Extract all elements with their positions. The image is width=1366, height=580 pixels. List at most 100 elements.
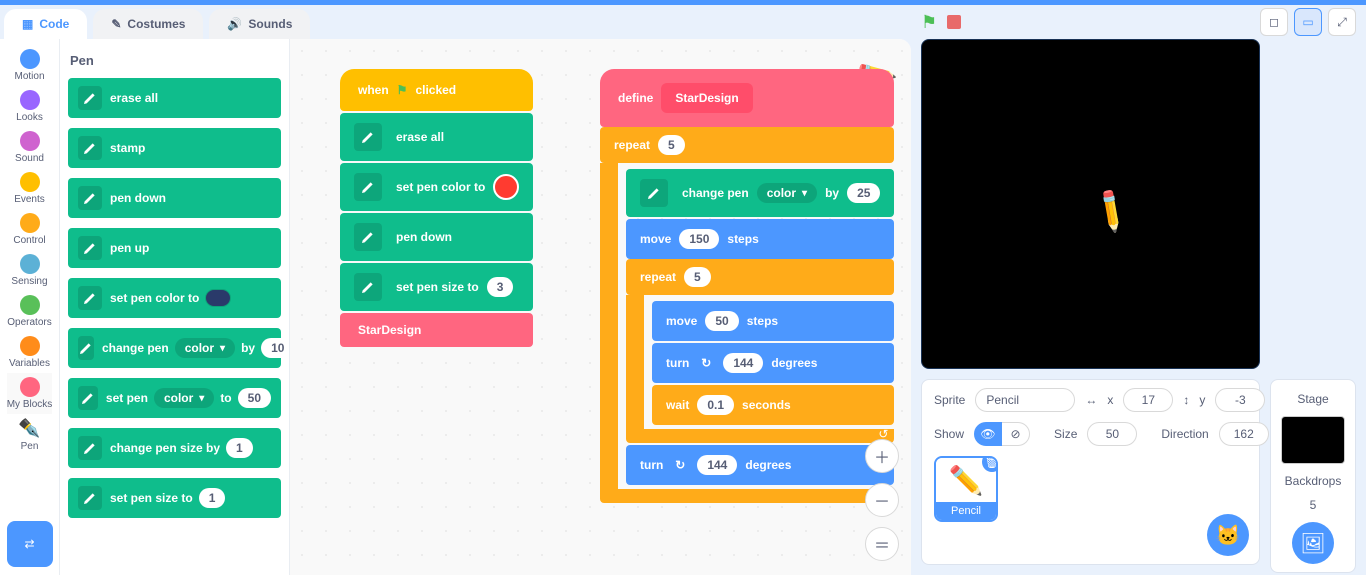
category-column: MotionLooksSoundEventsControlSensingOper… [0,39,60,575]
category-looks[interactable]: Looks [7,86,53,127]
palette-pen-down[interactable]: pen down [68,178,281,218]
category-control[interactable]: Control [7,209,53,250]
stop-button[interactable] [947,15,961,29]
pen-icon [640,179,668,207]
value-input[interactable]: 50 [238,388,271,408]
zoom-in-button[interactable]: ＋ [865,439,899,473]
value-input[interactable]: 1 [226,438,253,458]
value-input[interactable]: 1 [199,488,226,508]
sprite-name-input[interactable] [975,388,1075,412]
add-sprite-button[interactable]: 🐱 [1207,514,1249,556]
hide-sprite-button[interactable]: ⊘ [1002,422,1030,446]
stage-sprite-pencil[interactable]: ✏️ [1085,185,1136,235]
tab-code-label: Code [39,17,69,31]
block-repeat-inner[interactable]: repeat 5 [626,259,894,295]
palette-stamp[interactable]: stamp [68,128,281,168]
value-input[interactable]: 150 [679,229,719,249]
palette-title: Pen [70,53,281,68]
category-pen[interactable]: ✒️Pen [7,414,53,456]
value-input[interactable]: 5 [684,267,711,287]
zoom-out-button[interactable]: － [865,483,899,517]
category-sensing[interactable]: Sensing [7,250,53,291]
palette-set-pen[interactable]: set pen color to 50 [68,378,281,418]
script-when-flag-clicked[interactable]: when ⚑ clicked erase all set pen color t… [340,69,533,347]
hat-when-flag-clicked[interactable]: when ⚑ clicked [340,69,533,111]
block-repeat-outer[interactable]: repeat 5 [600,127,894,163]
category-dot [20,295,40,315]
block-set-pen-size[interactable]: set pen size to 3 [340,263,533,311]
block-set-pen-color[interactable]: set pen color to [340,163,533,211]
extension-icon: ⇄ [24,537,34,551]
tab-sounds[interactable]: 🔊 Sounds [209,9,310,39]
stage-size-small-button[interactable]: ◻ [1260,8,1288,36]
block-change-pen[interactable]: change pen color by 25 [626,169,894,217]
stage-selector-panel: Stage Backdrops 5 🖼 [1270,379,1356,573]
add-backdrop-icon: 🖼 [1300,531,1325,556]
value-input[interactable]: 50 [705,311,738,331]
palette-set-pen-color[interactable]: set pen color to [68,278,281,318]
block-call-stardesign[interactable]: StarDesign [340,313,533,347]
tab-costumes-label: Costumes [127,17,185,31]
value-input[interactable]: 5 [658,135,685,155]
palette-change-pen[interactable]: change pen color by 10 [68,328,281,368]
value-input[interactable]: 25 [847,183,880,203]
color-swatch-red[interactable] [493,174,519,200]
hat-define[interactable]: define StarDesign [600,69,894,127]
value-input[interactable]: 3 [487,277,514,297]
stage-size-large-button[interactable]: ▭ [1294,8,1322,36]
tab-code[interactable]: ▦ Code [4,9,87,39]
sprite-x-input[interactable] [1123,388,1173,412]
block-move-150[interactable]: move 150 steps [626,219,894,259]
show-sprite-button[interactable]: 👁 [974,422,1002,446]
palette-pen-up[interactable]: pen up [68,228,281,268]
sprite-card-pencil[interactable]: 🗑 ✏️ Pencil [934,456,998,522]
y-label: y [1199,393,1205,407]
category-variables[interactable]: Variables [7,332,53,373]
stage-thumbnail[interactable] [1281,416,1345,464]
block-erase-all[interactable]: erase all [340,113,533,161]
add-backdrop-button[interactable]: 🖼 [1292,522,1334,564]
zoom-reset-button[interactable]: ＝ [865,527,899,561]
value-input[interactable]: 0.1 [697,395,734,415]
palette-set-pen-size[interactable]: set pen size to 1 [68,478,281,518]
block-turn-144-inner[interactable]: turn ↻ 144 degrees [652,343,894,383]
backdrops-count: 5 [1310,498,1317,512]
pen-icon [78,486,102,510]
turn-cw-icon: ↻ [697,354,715,372]
sprite-label: Sprite [934,393,965,407]
block-move-50[interactable]: move 50 steps [652,301,894,341]
block-pen-down[interactable]: pen down [340,213,533,261]
sprite-y-input[interactable] [1215,388,1265,412]
sprite-direction-input[interactable] [1219,422,1269,446]
green-flag-button[interactable]: ⚑ [921,12,937,33]
costumes-icon: ✎ [111,17,121,31]
palette-change-pen-size[interactable]: change pen size by 1 [68,428,281,468]
color-swatch[interactable] [205,289,231,307]
green-flag-icon: ⚑ [397,83,408,97]
category-events[interactable]: Events [7,168,53,209]
script-canvas[interactable]: ✏️ when ⚑ clicked erase all [290,39,911,575]
block-turn-144-outer[interactable]: turn ↻ 144 degrees [626,445,894,485]
value-input[interactable]: 10 [261,338,290,358]
value-input[interactable]: 144 [697,455,737,475]
add-extension-button[interactable]: ⇄ [7,521,53,567]
block-wait[interactable]: wait 0.1 seconds [652,385,894,425]
color-dropdown[interactable]: color [154,388,214,408]
stage-canvas[interactable]: ✏️ [921,39,1260,369]
fullscreen-button[interactable]: ⤢ [1328,8,1356,36]
color-dropdown[interactable]: color [175,338,235,358]
category-sound[interactable]: Sound [7,127,53,168]
pen-icon [78,436,102,460]
palette-erase-all[interactable]: erase all [68,78,281,118]
value-input[interactable]: 144 [723,353,763,373]
tab-costumes[interactable]: ✎ Costumes [93,9,203,39]
sprite-size-input[interactable] [1087,422,1137,446]
script-define-stardesign[interactable]: define StarDesign repeat 5 change pen co… [600,69,894,503]
category-dot [20,49,40,69]
category-operators[interactable]: Operators [7,291,53,332]
category-my-blocks[interactable]: My Blocks [7,373,53,414]
tab-row: ▦ Code ✎ Costumes 🔊 Sounds [0,5,911,39]
category-dot [20,172,40,192]
category-motion[interactable]: Motion [7,45,53,86]
color-dropdown[interactable]: color [757,183,817,203]
